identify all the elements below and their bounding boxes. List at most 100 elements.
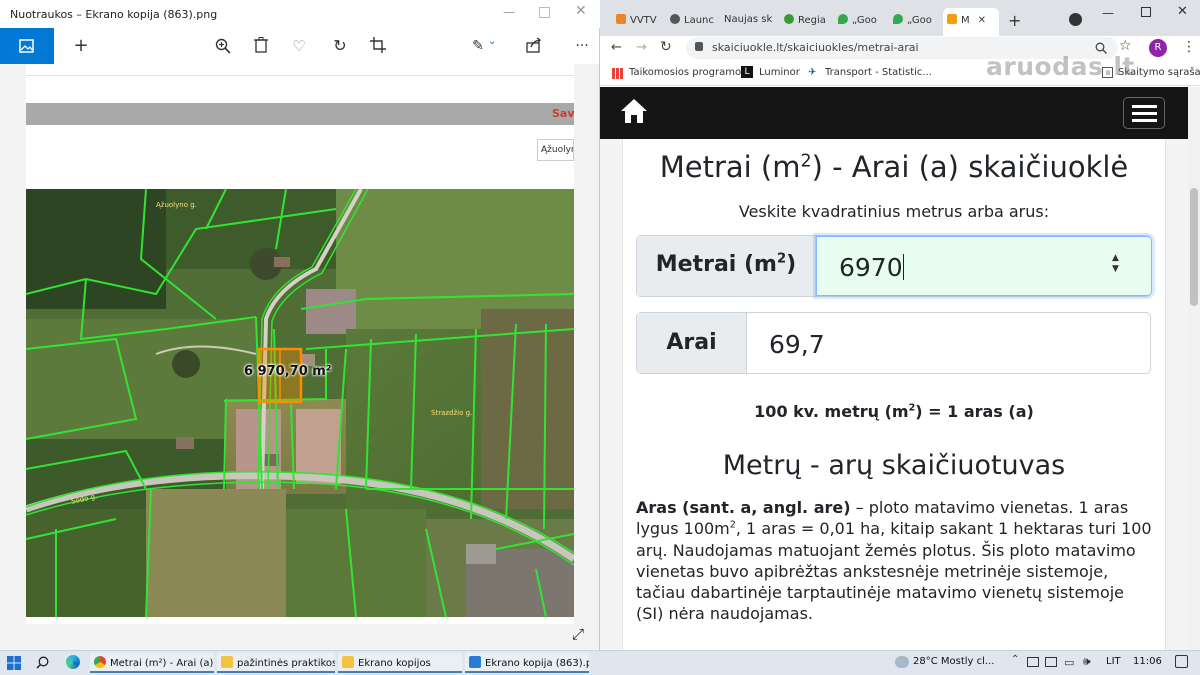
globe-icon xyxy=(670,14,680,24)
volume-icon[interactable]: 🕪 xyxy=(1083,654,1091,669)
rotate-icon[interactable]: ↻ xyxy=(330,36,350,56)
taskbar-label: pažintinės praktikos u... xyxy=(237,658,335,669)
apps-grid-icon xyxy=(612,68,623,79)
tab-6[interactable]: „Goo xyxy=(889,8,941,36)
cadastral-map: Ąžuolyno g. Strazdžio g. Sodo g. 6 970,7… xyxy=(26,189,574,617)
tab-1[interactable]: VVTV xyxy=(612,8,662,36)
metrai-input-group: Metrai (m2) 6970 ▲ ▼ xyxy=(636,235,1152,297)
arai-input-group: Arai 69,7 xyxy=(636,312,1151,374)
zoom-in-icon[interactable] xyxy=(215,38,231,54)
crop-icon[interactable] xyxy=(370,37,386,53)
more-options-icon[interactable]: ··· xyxy=(572,36,592,56)
edge-icon[interactable] xyxy=(66,655,80,669)
image-icon xyxy=(19,39,34,53)
forward-icon[interactable]: → xyxy=(636,40,647,55)
tab-favicon-icon xyxy=(616,14,626,24)
tab-search-icon[interactable] xyxy=(1069,13,1082,26)
location-select: Ąžuolyne xyxy=(537,139,574,161)
folder-icon xyxy=(221,656,233,668)
tab-label: „Goo xyxy=(852,15,877,26)
share-icon[interactable] xyxy=(526,37,542,53)
tab-label: Regia xyxy=(798,15,826,26)
profile-avatar[interactable]: R xyxy=(1149,39,1167,57)
bookmark-apps[interactable]: Taikomosios programos xyxy=(629,67,746,78)
network-icon[interactable]: ▭ xyxy=(1064,656,1074,669)
maps-pin-icon xyxy=(838,14,848,24)
text-cursor xyxy=(902,254,904,280)
hamburger-menu-button[interactable] xyxy=(1123,97,1165,129)
site-header xyxy=(600,87,1188,139)
chrome-icon xyxy=(94,656,106,668)
heart-icon[interactable]: ♡ xyxy=(289,36,309,56)
map-road-label-2: Strazdžio g. xyxy=(431,409,473,417)
tab-label: Naujas sk xyxy=(724,14,773,25)
photos-app-icon xyxy=(469,656,481,668)
taskbar-photos[interactable]: Ekrano kopija (863).p... xyxy=(465,653,589,673)
section-heading: Metrų - arų skaičiuotuvas xyxy=(722,450,1066,481)
tray-chevron-icon[interactable]: ⌃ xyxy=(1011,654,1019,665)
browser-close-icon[interactable]: ✕ xyxy=(1177,4,1188,19)
chevron-down-icon[interactable]: ⌄ xyxy=(488,36,496,47)
description-paragraph: Aras (sant. a, angl. are) – ploto matavi… xyxy=(636,498,1152,624)
add-icon[interactable]: + xyxy=(71,36,91,56)
map-image xyxy=(26,189,574,617)
battery-icon[interactable] xyxy=(1045,657,1057,667)
taskbar-folder-1[interactable]: pažintinės praktikos u... xyxy=(217,653,335,673)
tab-label: M xyxy=(961,15,970,26)
transport-icon: ✈ xyxy=(808,67,817,78)
watermark-logo: aruodas.lt xyxy=(986,52,1135,81)
search-icon[interactable] xyxy=(36,656,49,669)
map-road-label-1: Ąžuolyno g. xyxy=(156,201,197,209)
taskbar-label: Ekrano kopija (863).p... xyxy=(485,658,589,669)
expand-icon[interactable]: ⤢ xyxy=(572,625,588,643)
tab-5[interactable]: „Goo xyxy=(834,8,886,36)
weather-text[interactable]: 28°C Mostly cl... xyxy=(913,653,1003,673)
maps-pin-icon xyxy=(893,14,903,24)
menu-kebab-icon[interactable]: ⋮ xyxy=(1182,39,1196,55)
tray-app-icon[interactable] xyxy=(1027,657,1039,667)
document-bar-text: Sav xyxy=(552,107,575,120)
close-icon[interactable]: ✕ xyxy=(575,3,587,19)
number-spinner-icon[interactable]: ▲ ▼ xyxy=(1112,253,1119,275)
conversion-equation: 100 kv. metrų (m2) = 1 aras (a) xyxy=(754,402,1034,421)
tab-2[interactable]: Launc xyxy=(666,8,716,36)
minimize-icon[interactable]: — xyxy=(503,5,515,19)
language-indicator[interactable]: LIT xyxy=(1106,653,1121,673)
tab-3[interactable]: Naujas sk xyxy=(720,8,776,36)
browser-maximize-icon[interactable] xyxy=(1141,7,1151,17)
maximize-icon[interactable] xyxy=(539,7,550,18)
bookmark-luminor[interactable]: Luminor xyxy=(759,67,800,78)
weather-icon xyxy=(895,656,909,668)
parcel-area-label: 6 970,70 m² xyxy=(244,364,332,379)
notifications-icon[interactable] xyxy=(1175,655,1188,668)
delete-icon[interactable] xyxy=(254,37,268,53)
photos-title: Nuotraukos – Ekrano kopija (863).png xyxy=(10,8,218,21)
tab-active[interactable]: M ✕ xyxy=(943,8,999,36)
home-icon[interactable] xyxy=(620,98,648,124)
calculator-favicon-icon xyxy=(947,14,957,24)
menu-line xyxy=(1132,112,1157,115)
document-header-bar xyxy=(26,103,574,125)
document-top-edge xyxy=(26,64,574,76)
metrai-input-value: 6970 xyxy=(839,253,903,282)
clock[interactable]: 11:06 xyxy=(1133,653,1162,673)
view-image-button[interactable] xyxy=(0,28,54,64)
bookmark-transport[interactable]: Transport - Statistic... xyxy=(825,67,932,78)
scrollbar-thumb[interactable] xyxy=(1190,188,1198,306)
windows-start-icon[interactable] xyxy=(7,656,21,670)
tab-4[interactable]: Regia xyxy=(780,8,830,36)
page-scrollbar[interactable] xyxy=(1188,87,1200,650)
taskbar-chrome[interactable]: Metrai (m²) - Arai (a) |... xyxy=(90,653,214,673)
tab-close-icon[interactable]: ✕ xyxy=(978,15,986,26)
taskbar-folder-2[interactable]: Ekrano kopijos xyxy=(338,653,462,673)
reload-icon[interactable]: ↻ xyxy=(660,39,672,55)
new-tab-icon[interactable]: + xyxy=(1008,11,1021,30)
browser-minimize-icon[interactable]: — xyxy=(1102,6,1114,20)
metrai-input[interactable]: 6970 ▲ ▼ xyxy=(816,236,1152,296)
tab-label: Launc xyxy=(684,15,714,26)
lock-icon xyxy=(695,42,703,51)
edit-enhance-icon[interactable]: ✎ xyxy=(468,36,488,56)
back-icon[interactable]: ← xyxy=(611,40,622,55)
arai-input[interactable]: 69,7 xyxy=(747,313,1152,373)
tab-label: VVTV xyxy=(630,15,657,26)
